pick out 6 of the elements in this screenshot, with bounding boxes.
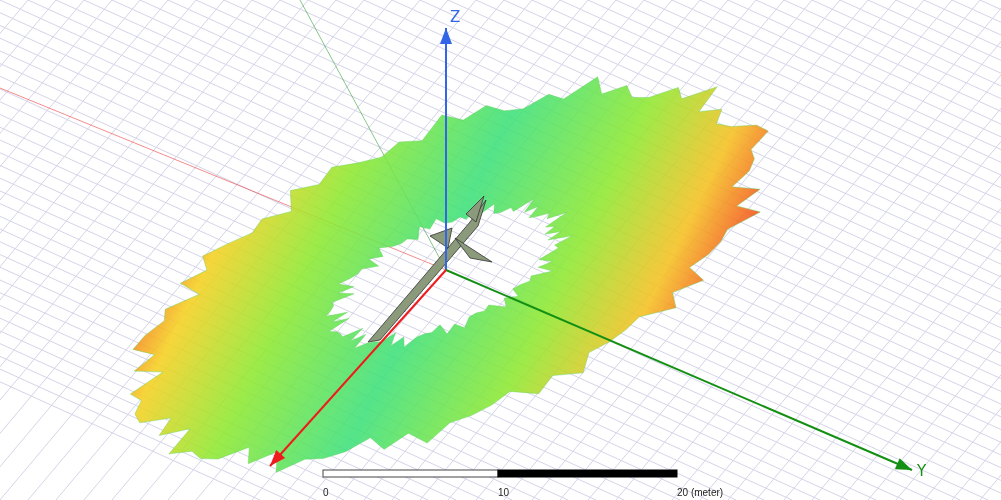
scale-label: 10 xyxy=(498,487,510,498)
scale-label: 0 xyxy=(323,487,329,498)
scale-label: 20 (meter) xyxy=(677,487,724,498)
3d-viewport[interactable]: Z Y 0 10 20 (meter) xyxy=(0,0,1001,500)
axis-label: Z xyxy=(450,8,461,26)
axis-label: Y xyxy=(917,462,927,480)
